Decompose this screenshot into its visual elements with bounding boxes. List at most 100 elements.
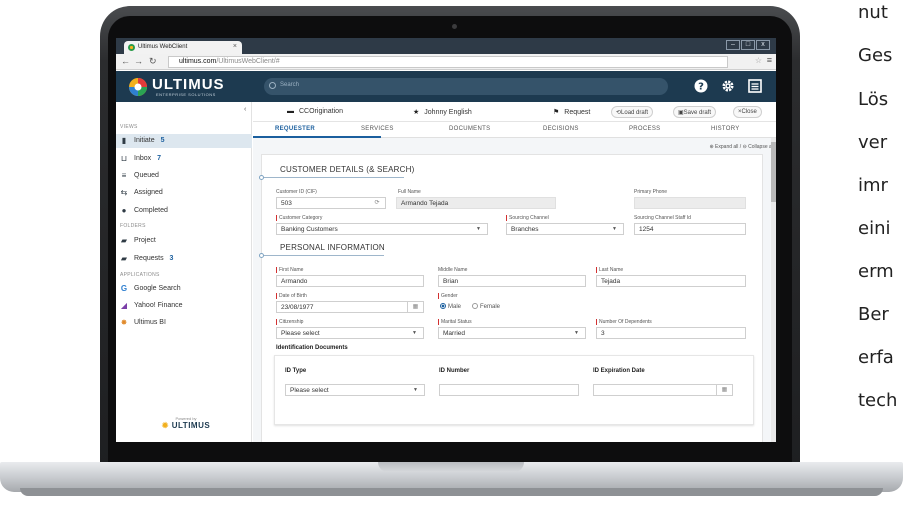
last-name-input[interactable]: Tejada: [596, 275, 746, 287]
side-text-line: Ges: [858, 45, 893, 66]
full-name-value: Armando Tejada: [401, 200, 449, 207]
sidebar-item-yahoo-finance[interactable]: ◢ Yahoo! Finance: [116, 299, 252, 313]
webcam-icon: [452, 24, 457, 29]
sidebar-item-initiate[interactable]: ▮ Initiate 5: [116, 134, 252, 148]
id-type-value: Please select: [290, 387, 329, 394]
close-request-button[interactable]: ×Close: [733, 106, 762, 118]
middle-name-input[interactable]: Brian: [438, 275, 586, 287]
main-scrollbar-thumb[interactable]: [771, 142, 776, 202]
radio-selected-icon: [440, 303, 446, 309]
cif-value: 503: [281, 200, 292, 207]
maximize-button[interactable]: □: [741, 40, 755, 50]
search-placeholder: Search: [280, 82, 300, 88]
folder-icon: ▰: [120, 236, 128, 245]
gender-male-radio[interactable]: Male: [440, 303, 461, 310]
search-input[interactable]: Search: [264, 78, 668, 95]
date-of-birth-label: Date of Birth: [276, 293, 307, 299]
forward-icon[interactable]: →: [134, 56, 143, 66]
tab-history[interactable]: HISTORY: [711, 126, 740, 132]
stack-icon: ≡: [121, 171, 127, 180]
sidebar-item-label: Queued: [134, 172, 159, 179]
gender-male-label: Male: [448, 304, 462, 310]
sourcing-channel-select[interactable]: Branches ▼: [506, 223, 624, 235]
sidebar-item-google-search[interactable]: G Google Search: [116, 282, 252, 296]
calendar-icon[interactable]: ▦: [716, 385, 732, 395]
calendar-icon[interactable]: ▦: [407, 302, 423, 312]
help-icon[interactable]: ?: [694, 79, 708, 93]
tab-requester[interactable]: REQUESTER: [275, 126, 315, 132]
search-icon: [269, 82, 276, 89]
tab-services[interactable]: SERVICES: [361, 126, 394, 132]
assign-icon: ⇆: [120, 188, 128, 197]
load-draft-button[interactable]: ⟲Load draft: [611, 106, 654, 118]
gender-female-label: Female: [480, 304, 501, 310]
section-divider: [264, 255, 384, 256]
last-name-value: Tejada: [601, 278, 621, 285]
request-text: Request: [564, 109, 591, 116]
id-document-row: ID Type Please select ▼ ID Number ID Expi…: [274, 355, 754, 425]
grid-menu-icon[interactable]: [748, 79, 762, 93]
sidebar-item-inbox[interactable]: ⊔ Inbox 7: [116, 152, 252, 166]
sidebar-item-assigned[interactable]: ⇆ Assigned: [116, 186, 252, 200]
sidebar-item-label: Assigned: [134, 189, 163, 196]
gender-female-radio[interactable]: Female: [472, 303, 500, 310]
customer-category-label: Customer Category: [276, 215, 322, 221]
citizenship-select[interactable]: Please select ▼: [276, 327, 424, 339]
browser-menu-icon[interactable]: ≡: [767, 55, 772, 65]
sidebar-item-requests[interactable]: ▰ Requests 3: [116, 252, 252, 266]
dependents-input[interactable]: 3: [596, 327, 746, 339]
sidebar-item-label: Requests: [134, 255, 164, 262]
customer-category-select[interactable]: Banking Customers ▼: [276, 223, 488, 235]
save-draft-button[interactable]: ▣Save draft: [673, 106, 717, 118]
sidebar-item-ultimus-bi[interactable]: ✸ Ultimus BI: [116, 316, 252, 330]
tab-close-icon[interactable]: ×: [233, 43, 237, 50]
bookmark-icon[interactable]: ☆: [755, 56, 762, 65]
tab-documents[interactable]: DOCUMENTS: [449, 126, 490, 132]
sidebar-item-label: Yahoo! Finance: [134, 302, 183, 309]
save-draft-label: Save draft: [683, 110, 712, 116]
sidebar-item-label: Google Search: [134, 285, 181, 292]
folder-icon: ▰: [120, 254, 128, 263]
browser-titlebar: Ultimus WebClient × – □ x: [116, 38, 776, 54]
first-name-label: First Name: [276, 267, 303, 273]
id-number-input[interactable]: [439, 384, 579, 396]
chevron-down-icon: ▼: [476, 226, 481, 232]
date-of-birth-input[interactable]: 23/08/1977 ▦: [276, 301, 424, 313]
refresh-icon[interactable]: ⟳: [369, 198, 385, 208]
cif-input[interactable]: 503 ⟳: [276, 197, 386, 209]
sidebar-item-queued[interactable]: ≡ Queued: [116, 169, 252, 183]
sidebar-item-count: 5: [160, 137, 165, 144]
expand-collapse-all[interactable]: ⊕ Expand all / ⊖ Collapse all: [709, 144, 774, 150]
settings-gear-icon[interactable]: [721, 79, 735, 93]
side-text-line: Lös: [858, 89, 889, 110]
collapse-sidebar-icon[interactable]: ‹: [244, 106, 246, 113]
marital-status-select[interactable]: Married ▼: [438, 327, 586, 339]
google-icon: G: [120, 284, 128, 293]
first-name-input[interactable]: Armando: [276, 275, 424, 287]
back-icon[interactable]: ←: [121, 56, 130, 66]
sidebar-item-label: Initiate: [134, 137, 155, 144]
marketing-stage: Ultimus WebClient × – □ x ← → ↻ ultimus.…: [0, 0, 903, 510]
window-close-button[interactable]: x: [756, 40, 770, 50]
browser-tab[interactable]: Ultimus WebClient ×: [124, 41, 242, 54]
request-tabs: REQUESTER SERVICES DOCUMENTS DECISIONS P…: [253, 122, 776, 138]
citizenship-value: Please select: [281, 330, 320, 337]
id-type-select[interactable]: Please select ▼: [285, 384, 425, 396]
url-bar[interactable]: ultimus.com/UltimusWebClient/#: [168, 56, 728, 68]
tab-process[interactable]: PROCESS: [629, 126, 660, 132]
sourcing-channel-label: Sourcing Channel: [506, 215, 549, 221]
sourcing-staff-input[interactable]: 1254: [634, 223, 746, 235]
window-controls: – □ x: [726, 40, 770, 50]
sidebar-item-label: Project: [134, 237, 156, 244]
dependents-label: Number Of Dependents: [596, 319, 652, 325]
sidebar: VIEWS ‹ ▮ Initiate 5 ⊔ Inbox 7 ≡ Queued …: [116, 102, 252, 442]
ultimus-logo-icon: [129, 78, 147, 96]
sidebar-item-completed[interactable]: ● Completed: [116, 204, 252, 218]
tab-decisions[interactable]: DECISIONS: [543, 126, 579, 132]
minimize-button[interactable]: –: [726, 40, 740, 50]
id-expiry-input[interactable]: ▦: [593, 384, 733, 396]
reload-icon[interactable]: ↻: [149, 56, 157, 67]
origination-label: ▬ CCOrigination: [287, 108, 343, 115]
side-text-line: tech: [858, 390, 898, 411]
sidebar-item-project[interactable]: ▰ Project: [116, 234, 252, 248]
